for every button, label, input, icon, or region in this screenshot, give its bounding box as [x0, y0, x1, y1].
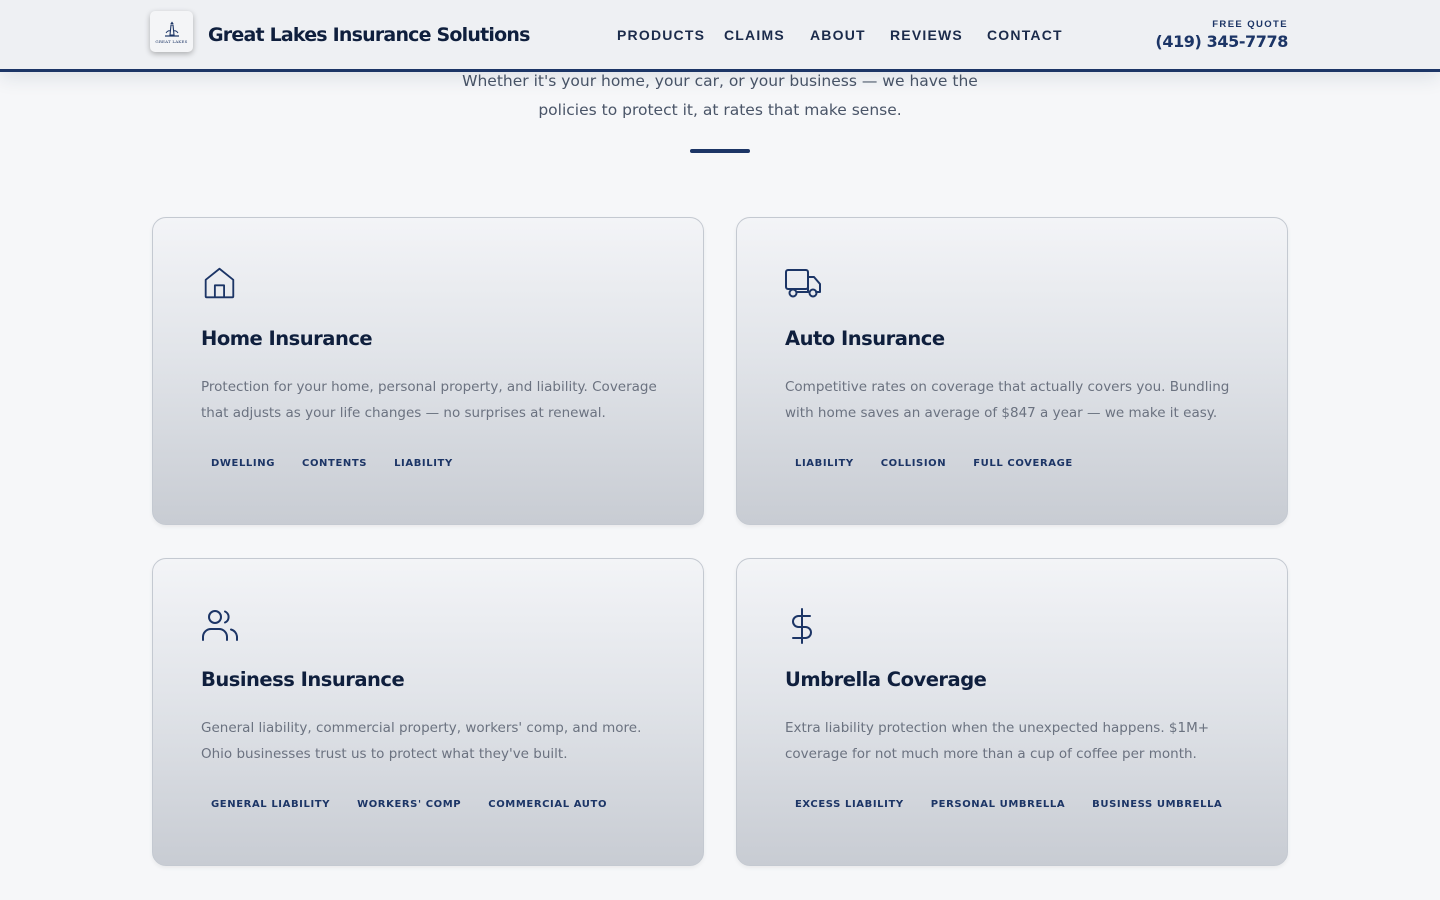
free-quote-label: FREE QUOTE — [1212, 19, 1288, 30]
tag-list: EXCESS LIABILITY PERSONAL UMBRELLA BUSIN… — [785, 795, 1232, 814]
logo-text: GREAT LAKES — [155, 39, 188, 44]
tag: LIABILITY — [394, 458, 453, 469]
intro-line-2: policies to protect it, at rates that ma… — [538, 101, 902, 119]
card-home-insurance[interactable]: Home Insurance Protection for your home,… — [152, 217, 704, 525]
card-auto-insurance[interactable]: Auto Insurance Competitive rates on cove… — [736, 217, 1288, 525]
users-icon — [201, 607, 239, 645]
tag: DWELLING — [211, 458, 276, 469]
truck-icon — [785, 266, 823, 304]
section-divider — [690, 149, 750, 153]
nav-claims[interactable]: CLAIMS — [724, 27, 785, 43]
card-umbrella-coverage[interactable]: Umbrella Coverage Extra liability protec… — [736, 558, 1288, 866]
tag: PERSONAL UMBRELLA — [930, 799, 1066, 810]
card-title: Business Insurance — [201, 668, 405, 691]
logo[interactable]: GREAT LAKES — [150, 11, 193, 52]
nav-products[interactable]: PRODUCTS — [617, 27, 705, 43]
card-description: Extra liability protection when the unex… — [785, 720, 1210, 762]
dollar-icon — [785, 607, 823, 645]
tag: WORKERS' COMP — [357, 799, 462, 810]
nav-contact[interactable]: CONTACT — [987, 27, 1063, 43]
home-icon — [201, 266, 239, 304]
tag: FULL COVERAGE — [973, 458, 1073, 469]
card-description: General liability, commercial property, … — [201, 720, 642, 762]
tag-list: GENERAL LIABILITY WORKERS' COMP COMMERCI… — [201, 795, 617, 814]
card-title: Umbrella Coverage — [785, 668, 987, 691]
free-quote-cta[interactable]: FREE QUOTE (419) 345-7778 — [1155, 19, 1288, 53]
tag: GENERAL LIABILITY — [211, 799, 331, 810]
nav-about[interactable]: ABOUT — [810, 27, 866, 43]
card-business-insurance[interactable]: Business Insurance General liability, co… — [152, 558, 704, 866]
card-title: Auto Insurance — [785, 327, 945, 350]
brand-name[interactable]: Great Lakes Insurance Solutions — [208, 24, 530, 46]
card-description: Protection for your home, personal prope… — [201, 379, 657, 421]
lighthouse-logo-icon — [164, 21, 179, 37]
tag: LIABILITY — [795, 458, 854, 469]
phone-number-link[interactable]: (419) 345-7778 — [1155, 31, 1288, 53]
site-header: GREAT LAKES Great Lakes Insurance Soluti… — [0, 0, 1440, 72]
section-intro: Whether it's your home, your car, or you… — [440, 67, 1000, 125]
tag: COMMERCIAL AUTO — [488, 799, 608, 810]
card-description: Competitive rates on coverage that actua… — [785, 379, 1230, 421]
card-title: Home Insurance — [201, 327, 373, 350]
tag-list: DWELLING CONTENTS LIABILITY — [201, 454, 463, 473]
tag: COLLISION — [880, 458, 947, 469]
tag: BUSINESS UMBRELLA — [1092, 799, 1223, 810]
tag: CONTENTS — [302, 458, 368, 469]
tag: EXCESS LIABILITY — [795, 799, 904, 810]
nav-reviews[interactable]: REVIEWS — [890, 27, 963, 43]
tag-list: LIABILITY COLLISION FULL COVERAGE — [785, 454, 1083, 473]
